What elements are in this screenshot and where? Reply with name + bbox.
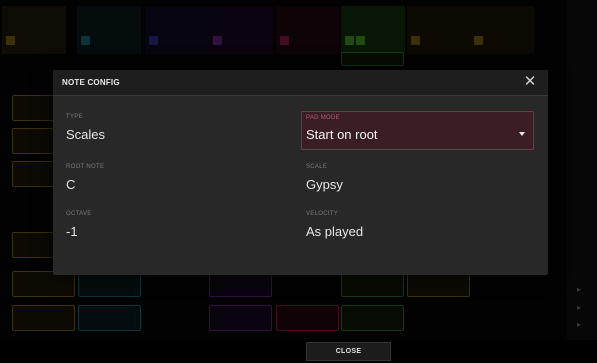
- octave-value: -1: [66, 224, 78, 239]
- type-label: TYPE: [66, 114, 83, 120]
- note-config-dialog: NOTE CONFIG ✕ TYPE Scales ROOT NOTE C OC…: [53, 70, 548, 275]
- pad-mode-value: Start on root: [306, 127, 378, 142]
- close-icon[interactable]: ✕: [522, 74, 538, 90]
- scale-label: SCALE: [306, 164, 328, 170]
- pad-mode-dropdown[interactable]: PAD MODE Start on root: [301, 111, 534, 150]
- velocity-label: VELOCITY: [306, 211, 339, 217]
- octave-field[interactable]: OCTAVE -1: [66, 211, 296, 239]
- type-value: Scales: [66, 127, 106, 142]
- close-button[interactable]: CLOSE: [306, 342, 391, 361]
- velocity-value: As played: [306, 224, 364, 239]
- scale-field[interactable]: SCALE Gypsy: [306, 164, 536, 192]
- root-note-label: ROOT NOTE: [66, 164, 105, 170]
- octave-label: OCTAVE: [66, 211, 92, 217]
- bottom-bar: [0, 340, 597, 363]
- scale-value: Gypsy: [306, 177, 343, 192]
- type-field[interactable]: TYPE Scales: [66, 114, 296, 142]
- pad-mode-label: PAD MODE: [306, 115, 340, 121]
- root-note-value: C: [66, 177, 76, 192]
- chevron-down-icon: [519, 132, 525, 136]
- dialog-title: NOTE CONFIG: [62, 78, 120, 87]
- velocity-field[interactable]: VELOCITY As played: [306, 211, 536, 239]
- dialog-header: NOTE CONFIG ✕: [53, 70, 548, 96]
- root-note-field[interactable]: ROOT NOTE C: [66, 164, 296, 192]
